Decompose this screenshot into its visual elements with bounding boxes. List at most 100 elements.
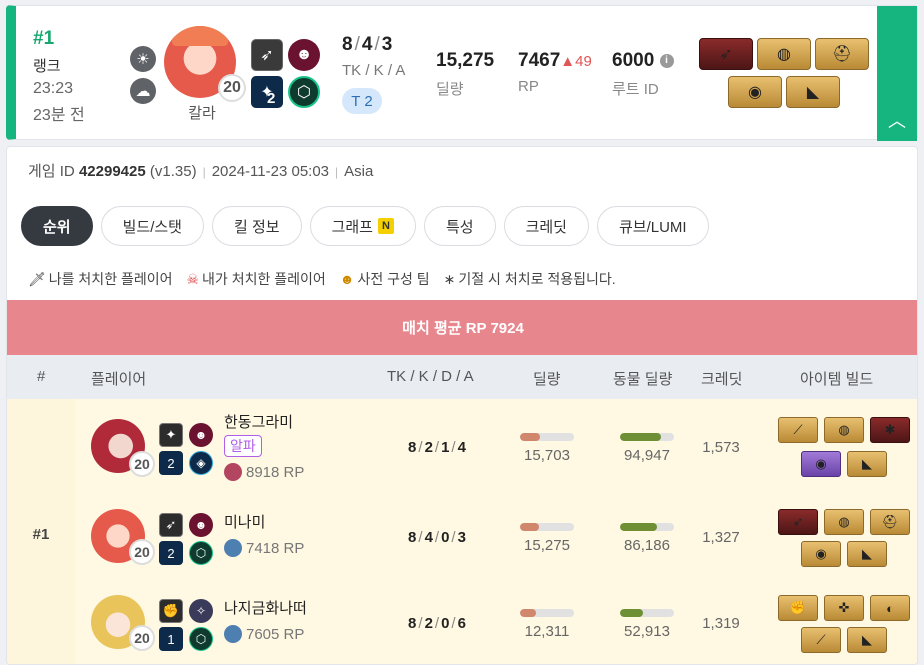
rank-number: #1	[33, 28, 55, 49]
item-chest[interactable]: ✜	[824, 595, 864, 621]
info-icon[interactable]: i	[659, 53, 674, 68]
item-weapon[interactable]: ⟋	[778, 417, 818, 443]
new-badge: N	[377, 218, 394, 234]
item-weapon[interactable]: ➶	[699, 38, 753, 70]
team-block: #1 20 ✦ ☻ 2 ◈ 한동그라미 알파 8918 RP 8/2/1/4 1…	[7, 399, 917, 664]
expand-collapse-button[interactable]: ︿	[877, 6, 917, 141]
item-leg[interactable]: ◣	[847, 451, 887, 477]
skull-icon: ☠	[186, 271, 200, 287]
trait-sub-icon[interactable]: ⬡	[189, 627, 213, 651]
item-leg[interactable]: ◣	[847, 627, 887, 653]
col-damage: 딜량	[533, 371, 561, 388]
player-level: 20	[129, 451, 155, 477]
game-datetime: 2024-11-23 05:03	[211, 163, 330, 180]
game-meta: 게임 ID 42299425 (v1.35) | 2024-11-23 05:03 |…	[28, 163, 374, 180]
item-arm[interactable]: ◉	[728, 76, 782, 108]
trait-count: 1	[167, 631, 175, 647]
legend-i-killed: ☠ 내가 처치한 플레이어	[186, 271, 326, 287]
table-row[interactable]: 20 ➶ ☻ 2 ⬡ 미나미 7418 RP 8/4/0/3 15,275 86…	[75, 495, 917, 583]
col-rank: #	[37, 368, 46, 385]
tab-credit[interactable]: 크레딧	[503, 206, 589, 246]
credit-value: 1,327	[702, 529, 740, 546]
tab-cube-lumi[interactable]: 큐브/LUMI	[596, 206, 709, 246]
tier-icon	[224, 625, 242, 643]
kda-label: TK / K / A	[342, 62, 406, 79]
player-kda: 8/2/0/6	[408, 615, 466, 632]
tactical-skill-icon[interactable]: ☻	[189, 423, 213, 447]
match-summary-card[interactable]: #1 랭크 23:23 23분 전 ☀ ☁ 20 칼라 ➶ ☻ ✦ 2 ⬡ 8/…	[6, 5, 918, 141]
animal-damage-value: 94,947	[624, 447, 670, 464]
item-leg[interactable]: ◣	[847, 541, 887, 567]
damage-bar	[520, 523, 574, 531]
glove-weapon-icon[interactable]: ✊	[159, 599, 183, 623]
tab-ranking[interactable]: 순위	[21, 206, 93, 246]
item-arm[interactable]: ◉	[801, 541, 841, 567]
match-time-ago: 23분 전	[33, 107, 85, 124]
damage-value: 15,275	[524, 537, 570, 554]
shuriken-weapon-icon[interactable]: ✦	[159, 423, 183, 447]
trait-sub-icon[interactable]: ◈	[189, 451, 213, 475]
item-arm[interactable]: ⟋	[801, 627, 841, 653]
rp-value: 7467▲49	[518, 50, 592, 71]
trait-count: 2	[167, 545, 175, 561]
damage-bar	[520, 433, 574, 441]
table-row[interactable]: 20 ✊ ✧ 1 ⬡ 나지금화나떠 7605 RP 8/2/0/6 12,311…	[75, 581, 917, 664]
legend-premade-team: ☻ 사전 구성 팀	[339, 271, 430, 287]
damage-label: 딜량	[436, 81, 464, 98]
item-weapon[interactable]: ➶	[778, 509, 818, 535]
damage-bar	[520, 609, 574, 617]
trait-core-icon[interactable]: 2	[159, 541, 183, 565]
bow-weapon-icon[interactable]: ➶	[251, 39, 283, 71]
trait-core-icon[interactable]: 1	[159, 627, 183, 651]
tab-graph[interactable]: 그래프 N	[309, 206, 416, 246]
dagger-icon: 🗡	[28, 271, 46, 287]
item-head[interactable]: ✱	[870, 417, 910, 443]
legend-knockdown-note: ∗ 기절 시 처치로 적용됩니다.	[443, 271, 616, 287]
table-row[interactable]: 20 ✦ ☻ 2 ◈ 한동그라미 알파 8918 RP 8/2/1/4 15,7…	[75, 399, 917, 487]
tactical-skill-icon[interactable]: ☻	[288, 39, 320, 71]
player-name[interactable]: 나지금화나떠	[224, 597, 307, 618]
item-leg[interactable]: ◣	[786, 76, 840, 108]
player-kda: 8/2/1/4	[408, 439, 466, 456]
item-head[interactable]: ⛑	[815, 38, 869, 70]
trait-sub-icon[interactable]: ⬡	[189, 541, 213, 565]
weather-sun-icon: ☀	[130, 46, 156, 72]
credit-value: 1,319	[702, 615, 740, 632]
col-credit: 크레딧	[701, 371, 743, 388]
item-chest[interactable]: ◍	[824, 417, 864, 443]
game-region: Asia	[344, 163, 374, 180]
item-head[interactable]: ⛑	[870, 509, 910, 535]
player-rp: 7418 RP	[224, 539, 304, 557]
col-animal-damage: 동물 딜량	[613, 371, 673, 388]
item-chest[interactable]: ◍	[824, 509, 864, 535]
tier-badge: T 2	[342, 88, 382, 114]
player-name[interactable]: 한동그라미	[224, 411, 293, 432]
animal-damage-value: 86,186	[624, 537, 670, 554]
game-id: 42299425	[78, 163, 146, 180]
tactical-skill-icon[interactable]: ✧	[189, 599, 213, 623]
tactical-skill-icon[interactable]: ☻	[189, 513, 213, 537]
tab-build-stats[interactable]: 빌드/스탯	[100, 206, 204, 246]
animal-damage-value: 52,913	[624, 623, 670, 640]
item-head[interactable]: ◐	[870, 595, 910, 621]
tab-traits[interactable]: 특성	[423, 206, 496, 246]
legend: 🗡 나를 처치한 플레이어 ☠ 내가 처치한 플레이어 ☻ 사전 구성 팀 ∗ 기절 시…	[28, 269, 630, 289]
player-name[interactable]: 미나미	[224, 511, 265, 532]
trait-sub-icon[interactable]: ⬡	[288, 76, 320, 108]
item-weapon[interactable]: ✊	[778, 595, 818, 621]
col-items: 아이템 빌드	[800, 371, 874, 388]
character-level: 20	[218, 74, 246, 102]
rp-label: RP	[518, 78, 539, 95]
detail-tabs: 순위 빌드/스탯 킬 정보 그래프 N 특성 크레딧 큐브/LUMI	[21, 206, 717, 246]
animal-damage-bar	[620, 609, 674, 617]
tab-kill-info[interactable]: 킬 정보	[211, 206, 302, 246]
player-level: 20	[129, 625, 155, 651]
bow-weapon-icon[interactable]: ➶	[159, 513, 183, 537]
trait-count: 2	[267, 90, 276, 107]
team-rank: #1	[7, 399, 75, 664]
alpha-badge: 알파	[224, 435, 262, 457]
trait-core-icon[interactable]: 2	[159, 451, 183, 475]
route-id-label: 루트 ID	[612, 81, 659, 98]
item-arm[interactable]: ◉	[801, 451, 841, 477]
item-chest[interactable]: ◍	[757, 38, 811, 70]
